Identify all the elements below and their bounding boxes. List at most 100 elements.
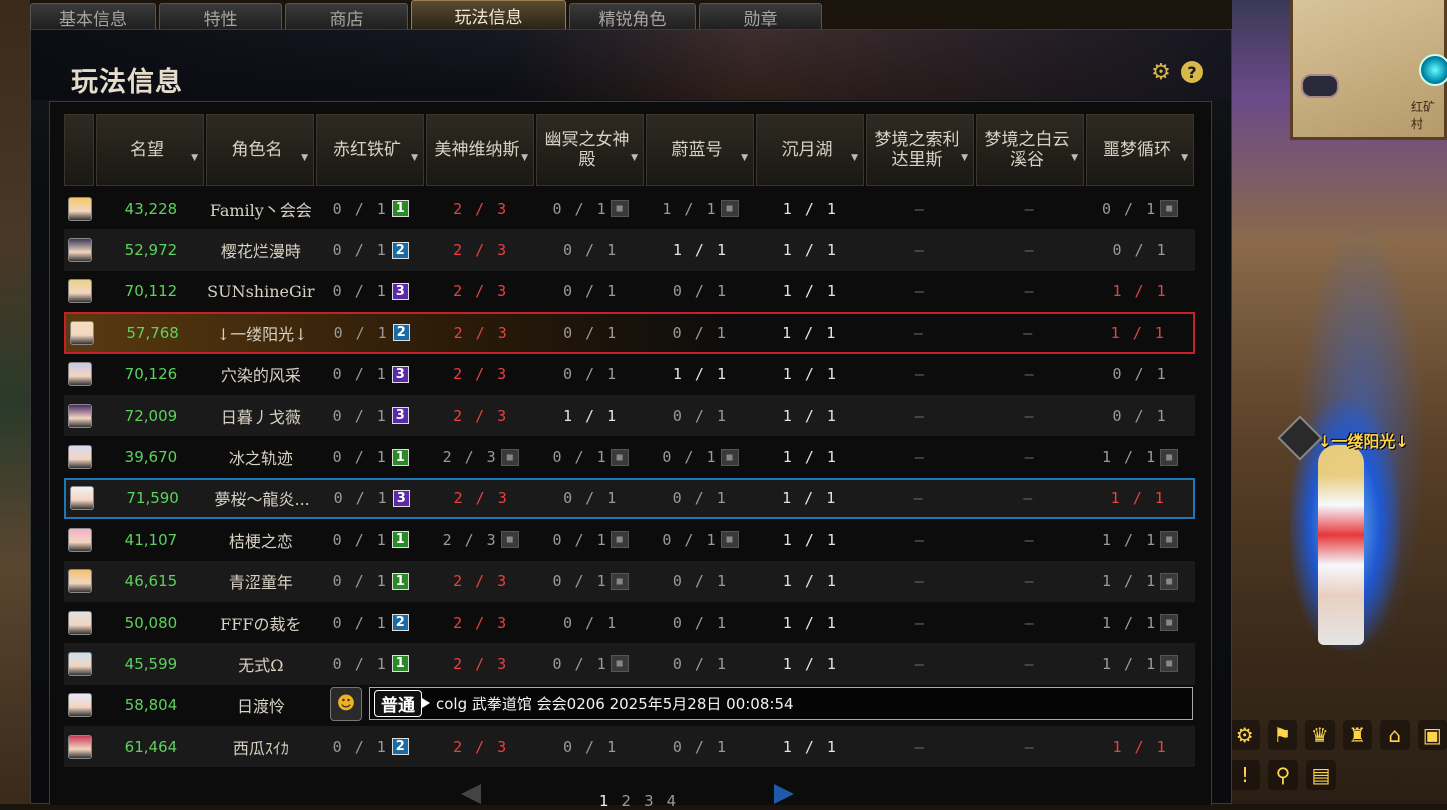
fame-value: 58,804 (96, 685, 206, 726)
sort-arrow-icon[interactable]: ▼ (301, 148, 308, 168)
progress-cell: 0 / 11 (316, 643, 426, 684)
minimap-location-marker-icon[interactable] (1419, 54, 1447, 86)
tab-traits[interactable]: 特性 (159, 3, 282, 30)
tab-medals[interactable]: 勋章 (699, 3, 822, 30)
table-row[interactable]: 41,107桔梗之恋0 / 112 / 3■0 / 1■0 / 1■1 / 1–… (64, 519, 1195, 560)
table-row[interactable]: 45,599无式Ω0 / 112 / 30 / 1■0 / 11 / 1––1 … (64, 643, 1195, 684)
sort-arrow-icon[interactable]: ▼ (521, 148, 528, 168)
header-crimson-iron-mine[interactable]: 赤红铁矿▼ (316, 114, 424, 186)
page-3[interactable]: 3 (644, 792, 654, 810)
page-1[interactable]: 1 (599, 792, 609, 810)
player-character[interactable] (1318, 445, 1364, 645)
progress-value: – (1025, 531, 1036, 549)
treasure-icon[interactable]: ▣ (1418, 720, 1447, 750)
progress-value: 2 / 3 (454, 324, 509, 342)
table-row[interactable]: 43,228Family丶会会0 / 112 / 30 / 1■1 / 1■1 … (64, 188, 1195, 229)
progress-cell: 2 / 3 (426, 229, 536, 270)
sort-arrow-icon[interactable]: ▼ (191, 148, 198, 168)
progress-cell: 0 / 1 (1085, 395, 1195, 436)
next-page-arrow-icon[interactable] (774, 784, 794, 804)
book-icon[interactable]: ▤ (1306, 760, 1336, 790)
header-venus[interactable]: 美神维纳斯▼ (426, 114, 534, 186)
gear-icon[interactable]: ⚙ (1230, 720, 1260, 750)
house-icon[interactable]: ⌂ (1380, 720, 1410, 750)
character-avatar-icon (68, 652, 92, 676)
progress-value: – (1025, 655, 1036, 673)
character-avatar-icon (70, 321, 94, 345)
header-character-name[interactable]: 角色名▼ (206, 114, 314, 186)
minimap[interactable]: 红矿村 (1290, 0, 1447, 140)
sort-arrow-icon[interactable]: ▼ (961, 148, 968, 168)
table-row[interactable]: 72,009日暮丿戈薇0 / 132 / 31 / 10 / 11 / 1––0… (64, 395, 1195, 436)
table-row[interactable]: 70,112SUNshineGir0 / 132 / 30 / 10 / 11 … (64, 271, 1195, 312)
progress-value: 0 / 1 (673, 572, 728, 590)
crown-icon[interactable]: ♛ (1305, 720, 1335, 750)
header-azure-ship[interactable]: 蔚蓝号 ▼ (646, 114, 754, 186)
sort-arrow-icon[interactable]: ▼ (1071, 148, 1078, 168)
header-underworld-temple[interactable]: 幽冥之女神殿▼ (536, 114, 644, 186)
page-2[interactable]: 2 (622, 792, 632, 810)
tab-gameplay-info[interactable]: 玩法信息 (411, 0, 566, 30)
progress-cell: 1 / 1■ (1085, 643, 1195, 684)
progress-value: 0 / 1 (673, 489, 728, 507)
settings-gear-icon[interactable]: ⚙ (1150, 61, 1172, 83)
lock-icon: ■ (1160, 655, 1178, 672)
progress-value: 2 / 3 (443, 448, 498, 466)
page-title: 玩法信息 (71, 60, 183, 99)
avatar-cell (64, 685, 96, 726)
difficulty-badge: 1 (392, 655, 409, 672)
tab-shop[interactable]: 商店 (285, 3, 408, 30)
progress-cell: 0 / 1■ (536, 519, 646, 560)
progress-cell: – (975, 643, 1085, 684)
difficulty-badge: 2 (392, 738, 409, 755)
table-row[interactable]: 52,972樱花烂漫時0 / 122 / 30 / 11 / 11 / 1––0… (64, 229, 1195, 270)
table-row[interactable]: 39,670冰之轨迹0 / 112 / 3■0 / 1■0 / 1■1 / 1–… (64, 436, 1195, 477)
table-row[interactable]: 57,768↓一缕阳光↓0 / 122 / 30 / 10 / 11 / 1––… (64, 312, 1195, 353)
header-moonlit-lake[interactable]: 沉月湖▼ (756, 114, 864, 186)
progress-value: 0 / 1 (673, 282, 728, 300)
guild-icon[interactable]: ♜ (1343, 720, 1373, 750)
table-row[interactable]: 70,126穴染的风采0 / 132 / 30 / 11 / 11 / 1––0… (64, 354, 1195, 395)
character-avatar-icon (68, 569, 92, 593)
lock-icon: ■ (1160, 200, 1178, 217)
quick-menu-bar-2: ! ⚲ ▤ (1230, 760, 1336, 790)
sort-arrow-icon[interactable]: ▼ (851, 148, 858, 168)
progress-value: – (1023, 489, 1034, 507)
character-table: 名望▼ 角色名▼ 赤红铁矿▼ 美神维纳斯▼ 幽冥之女神殿▼ 蔚蓝号▼ 沉月湖▼ … (49, 101, 1212, 805)
progress-value: 0 / 1 (662, 448, 717, 466)
minimap-label: 红矿村 (1411, 98, 1444, 132)
tab-elite-characters[interactable]: 精锐角色 (569, 3, 696, 30)
alert-icon[interactable]: ! (1230, 760, 1260, 790)
sort-arrow-icon[interactable]: ▼ (1181, 148, 1188, 168)
table-row[interactable]: 61,464西瓜ｽｲｶ0 / 122 / 30 / 10 / 11 / 1––1… (64, 726, 1195, 767)
progress-cell: 0 / 1 (536, 229, 646, 270)
sort-arrow-icon[interactable]: ▼ (741, 148, 748, 168)
progress-cell: 1 / 1 (755, 519, 865, 560)
progress-cell: – (864, 480, 974, 517)
table-row[interactable]: 50,080FFFの裁を0 / 122 / 30 / 10 / 11 / 1––… (64, 602, 1195, 643)
table-row[interactable]: 46,615青涩童年0 / 112 / 30 / 1■0 / 11 / 1––1… (64, 561, 1195, 602)
help-icon[interactable]: ? (1181, 61, 1203, 83)
progress-cell: 0 / 1■ (536, 188, 646, 229)
avatar-cell (64, 561, 96, 602)
progress-value: 0 / 1 (333, 241, 388, 259)
table-row[interactable]: 71,590夢桜～龍炎...0 / 132 / 30 / 10 / 11 / 1… (64, 478, 1195, 519)
progress-cell: 0 / 1 (1085, 354, 1195, 395)
header-nightmare-cycle[interactable]: 噩梦循环▼ (1086, 114, 1194, 186)
sort-arrow-icon[interactable]: ▼ (411, 148, 418, 168)
location-pin-icon[interactable]: ⚲ (1268, 760, 1298, 790)
prev-page-arrow-icon[interactable] (461, 784, 481, 804)
header-fame[interactable]: 名望▼ (96, 114, 204, 186)
flag-icon[interactable]: ⚑ (1268, 720, 1298, 750)
sort-arrow-icon[interactable]: ▼ (631, 148, 638, 168)
tab-basic-info[interactable]: 基本信息 (30, 3, 156, 30)
header-dream-solidaris[interactable]: 梦境之索利达里斯▼ (866, 114, 974, 186)
table-row[interactable]: 58,804日渡怜☻普通colg 武拳道馆 会会0206 2025年5月28日 … (64, 685, 1195, 726)
progress-cell: – (864, 314, 974, 351)
header-label: 蔚蓝号 (672, 140, 723, 160)
header-dream-cloud-valley[interactable]: 梦境之白云溪谷▼ (976, 114, 1084, 186)
progress-cell: – (975, 602, 1085, 643)
page-4[interactable]: 4 (667, 792, 677, 810)
progress-cell: – (974, 314, 1084, 351)
progress-cell: 0 / 1 (645, 314, 755, 351)
